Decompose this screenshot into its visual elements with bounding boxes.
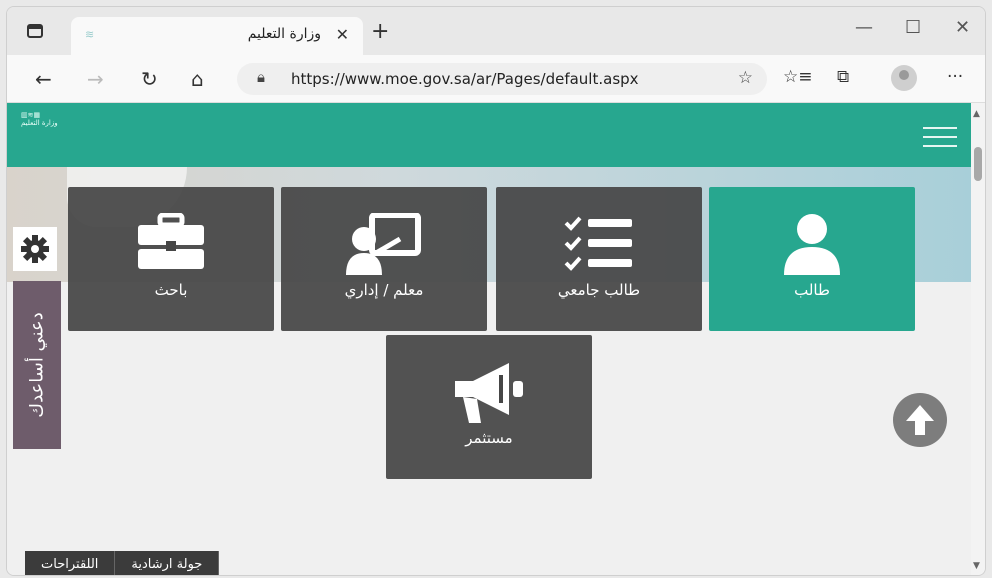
refresh-icon[interactable]: ↻ bbox=[141, 67, 158, 91]
tile-researcher[interactable]: باحث bbox=[68, 187, 274, 331]
guided-tour-tab[interactable]: جولة ارشادية bbox=[115, 551, 220, 575]
tile-label: باحث bbox=[154, 281, 188, 299]
briefcase-icon bbox=[136, 212, 206, 275]
web-page: ▥≋▦ وزارة التعليم طالب طالب جامعي معلم /… bbox=[7, 103, 973, 575]
collections-icon[interactable]: ⧉ bbox=[837, 67, 849, 87]
lock-icon[interactable]: 🔒︎ bbox=[257, 68, 265, 86]
favorites-icon[interactable]: ☆≡ bbox=[783, 67, 812, 87]
tile-investor[interactable]: مستثمر bbox=[386, 335, 592, 479]
help-label: دعني أساعدك bbox=[26, 312, 48, 418]
url-text[interactable]: https://www.moe.gov.sa/ar/Pages/default.… bbox=[291, 70, 639, 88]
browser-window: ≋ وزارة التعليم ✕ + — ☐ ✕ ← → ↻ ⌂ 🔒︎ htt… bbox=[6, 6, 986, 576]
tile-teacher-admin[interactable]: معلم / إداري bbox=[281, 187, 487, 331]
scroll-to-top-button[interactable] bbox=[893, 393, 947, 447]
scroll-down-icon[interactable]: ▼ bbox=[973, 561, 980, 571]
megaphone-icon bbox=[453, 361, 525, 429]
back-icon[interactable]: ← bbox=[35, 67, 52, 91]
ministry-logo[interactable]: ▥≋▦ وزارة التعليم bbox=[21, 111, 58, 127]
tile-student[interactable]: طالب bbox=[709, 187, 915, 331]
profile-avatar[interactable] bbox=[891, 65, 917, 91]
hamburger-menu-icon[interactable] bbox=[923, 127, 957, 154]
tile-university-student[interactable]: طالب جامعي bbox=[496, 187, 702, 331]
tile-label: طالب جامعي bbox=[557, 281, 641, 299]
browser-tab[interactable]: ≋ وزارة التعليم ✕ bbox=[71, 17, 363, 55]
new-tab-button[interactable]: + bbox=[371, 19, 389, 44]
site-header: ▥≋▦ وزارة التعليم bbox=[7, 103, 973, 167]
more-menu-icon[interactable]: ··· bbox=[947, 67, 963, 87]
suggestions-tab[interactable]: اللقتراحات bbox=[25, 551, 116, 575]
logo-text: وزارة التعليم bbox=[21, 119, 58, 127]
navigation-bar: ← → ↻ ⌂ 🔒︎ https://www.moe.gov.sa/ar/Pag… bbox=[7, 55, 985, 103]
tab-title: وزارة التعليم bbox=[247, 26, 321, 42]
close-window-button[interactable]: ✕ bbox=[955, 17, 970, 38]
teacher-board-icon bbox=[346, 212, 422, 279]
page-scrollbar[interactable]: ▲ ▼ bbox=[971, 103, 985, 575]
site-favicon-icon: ≋ bbox=[85, 28, 95, 41]
user-icon bbox=[782, 213, 842, 281]
add-favorite-icon[interactable]: ☆ bbox=[738, 68, 753, 88]
bottom-tabs: اللقتراحات جولة ارشادية bbox=[25, 551, 220, 575]
tile-label: معلم / إداري bbox=[344, 281, 424, 299]
forward-icon[interactable]: → bbox=[87, 67, 104, 91]
title-bar: ≋ وزارة التعليم ✕ + — ☐ ✕ bbox=[7, 7, 985, 55]
maximize-button[interactable]: ☐ bbox=[905, 17, 921, 38]
scrollbar-thumb[interactable] bbox=[974, 147, 982, 181]
tile-label: مستثمر bbox=[465, 429, 513, 447]
settings-gear-icon[interactable] bbox=[13, 227, 57, 271]
help-me-side-tab[interactable]: دعني أساعدك bbox=[13, 281, 61, 449]
minimize-button[interactable]: — bbox=[855, 17, 873, 38]
checklist-icon bbox=[564, 213, 634, 277]
tab-close-icon[interactable]: ✕ bbox=[336, 25, 349, 44]
tile-label: طالب bbox=[794, 281, 830, 299]
arrow-up-icon bbox=[906, 405, 934, 435]
home-icon[interactable]: ⌂ bbox=[191, 67, 204, 91]
tab-actions-icon[interactable] bbox=[25, 21, 45, 41]
scroll-up-icon[interactable]: ▲ bbox=[973, 109, 980, 119]
address-bar[interactable]: 🔒︎ https://www.moe.gov.sa/ar/Pages/defau… bbox=[237, 63, 767, 95]
